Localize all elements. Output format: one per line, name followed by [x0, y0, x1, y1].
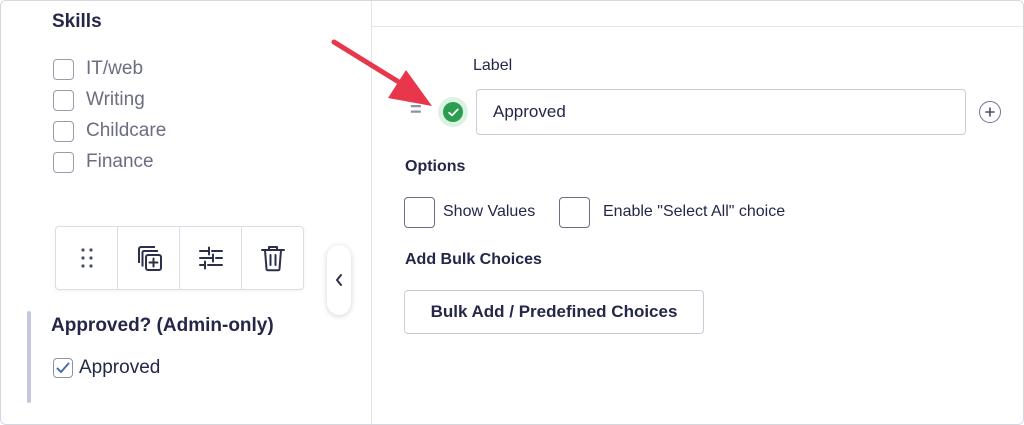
skills-choice[interactable]: IT/web — [53, 57, 143, 81]
checkmark-icon — [56, 362, 70, 373]
duplicate-icon — [137, 246, 162, 271]
add-choice-button[interactable] — [979, 101, 1001, 123]
default-choice-toggle[interactable] — [438, 97, 468, 127]
checkbox[interactable] — [53, 89, 74, 111]
field-toolbar — [55, 226, 304, 290]
delete-button[interactable] — [242, 227, 303, 289]
choice-label: Finance — [86, 151, 154, 172]
drag-handle-icon — [80, 248, 93, 268]
form-editor: Skills IT/web Writing Childcare Finance — [0, 0, 1024, 425]
checkbox[interactable] — [53, 120, 74, 142]
skills-choice[interactable]: Writing — [53, 88, 145, 112]
choice-label: Approved — [79, 357, 161, 378]
choice-label: IT/web — [86, 58, 144, 79]
choice-label: Childcare — [86, 120, 167, 141]
plus-icon — [985, 107, 995, 117]
duplicate-button[interactable] — [118, 227, 180, 289]
skills-choice[interactable]: Finance — [53, 150, 154, 174]
chevron-left-icon — [336, 274, 342, 286]
section-divider — [372, 26, 1023, 27]
checkbox[interactable] — [53, 151, 74, 173]
trash-icon — [260, 246, 285, 272]
check-circle-icon — [443, 102, 463, 122]
show-values-label: Show Values — [443, 203, 536, 220]
checkbox[interactable] — [53, 58, 74, 80]
collapse-panel-button[interactable] — [327, 245, 351, 315]
bulk-add-button[interactable]: Bulk Add / Predefined Choices — [404, 290, 704, 334]
checkbox-checked[interactable] — [53, 358, 73, 378]
choice-label-input[interactable] — [476, 89, 966, 135]
show-values-checkbox[interactable] — [404, 197, 435, 228]
drag-handle-button[interactable] — [56, 227, 118, 289]
skills-field-title: Skills — [52, 11, 102, 32]
sliders-icon — [198, 246, 223, 270]
selected-field-indicator — [27, 311, 31, 403]
choice-drag-handle-icon[interactable]: = — [410, 99, 422, 122]
form-preview-pane: Skills IT/web Writing Childcare Finance — [1, 1, 371, 424]
bulk-choices-heading: Add Bulk Choices — [405, 251, 542, 268]
options-heading: Options — [405, 158, 466, 175]
admin-field-title: Approved? (Admin-only) — [51, 315, 274, 336]
field-settings-pane: Label = Options Show Values Enable "Sele… — [372, 1, 1023, 424]
skills-choice[interactable]: Childcare — [53, 119, 166, 143]
approved-choice[interactable]: Approved — [53, 357, 160, 379]
select-all-label: Enable "Select All" choice — [603, 203, 786, 220]
field-settings-button[interactable] — [180, 227, 242, 289]
choice-label: Writing — [86, 89, 145, 110]
select-all-checkbox[interactable] — [559, 197, 590, 228]
label-heading: Label — [473, 57, 513, 74]
